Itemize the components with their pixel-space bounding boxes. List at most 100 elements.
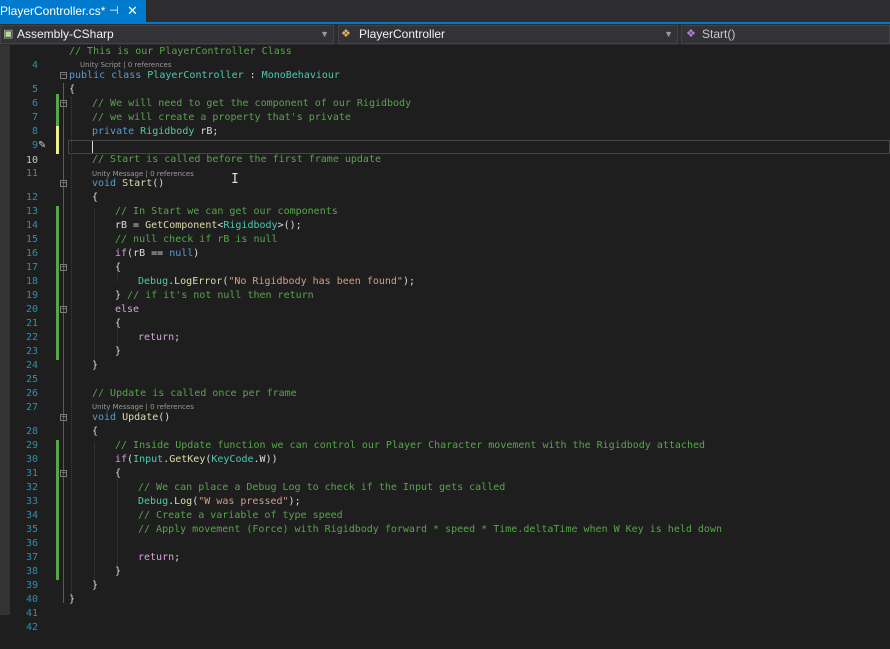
code-line: 39 } bbox=[0, 565, 890, 591]
code-text: } bbox=[115, 566, 122, 577]
code-line: 37 bbox=[0, 537, 890, 563]
document-tab-bar: PlayerController.cs* ⊣ ✕ bbox=[0, 0, 890, 24]
code-line: 13 { bbox=[0, 191, 890, 217]
code-text: { bbox=[115, 262, 122, 273]
class-icon: ❖ bbox=[341, 28, 351, 40]
code-text: { bbox=[92, 426, 99, 437]
code-text: rB; bbox=[194, 126, 219, 137]
punctuation: ; bbox=[174, 332, 181, 343]
code-line: 30 // Inside Update function we can cont… bbox=[0, 439, 890, 465]
chevron-down-icon: ▼ bbox=[320, 29, 329, 39]
collapse-icon[interactable]: − bbox=[60, 470, 67, 477]
keyword: private bbox=[92, 126, 141, 137]
code-text: { bbox=[115, 468, 122, 479]
collapse-icon[interactable]: − bbox=[60, 264, 67, 271]
method-name: GetKey bbox=[169, 454, 206, 465]
keyword: void bbox=[92, 412, 123, 423]
string-literal: "W was pressed" bbox=[198, 496, 289, 507]
method-name: Log bbox=[174, 496, 193, 507]
class-dropdown-value: PlayerController bbox=[359, 27, 446, 41]
code-line: 38 return; bbox=[0, 551, 890, 577]
code-text: { bbox=[92, 192, 99, 203]
project-dropdown[interactable]: ▣ Assembly-CSharp ▼ bbox=[0, 25, 334, 44]
code-line: 36 // Apply movement (Force) with Rigidb… bbox=[0, 523, 890, 549]
method-name: LogError bbox=[174, 276, 223, 287]
code-line: 8 // we will create a property that's pr… bbox=[0, 111, 890, 137]
method-icon: ❖ bbox=[686, 28, 696, 40]
code-line: 24 } bbox=[0, 345, 890, 371]
code-line: 7 − // We will need to get the component… bbox=[0, 97, 890, 123]
collapse-icon[interactable]: − bbox=[60, 72, 67, 79]
code-line: 26 bbox=[0, 373, 890, 399]
code-text: } bbox=[92, 360, 99, 371]
code-text: { bbox=[69, 84, 76, 95]
code-text: // Start is called before the first fram… bbox=[92, 154, 381, 165]
code-line: 41 } bbox=[0, 593, 890, 619]
type-name: Debug bbox=[138, 496, 169, 507]
method-name: GetComponent bbox=[145, 220, 218, 231]
keyword: void bbox=[92, 178, 123, 189]
code-line: 28 − void Update() bbox=[0, 411, 890, 437]
code-text: { bbox=[115, 318, 122, 329]
code-line: 9 private Rigidbody rB; bbox=[0, 125, 890, 151]
code-line: 35 // Create a variable of type speed bbox=[0, 509, 890, 535]
code-line: 25 } bbox=[0, 359, 890, 385]
code-line: 29 { bbox=[0, 425, 890, 451]
keyword: if bbox=[115, 248, 128, 259]
code-text: // we will create a property that's priv… bbox=[92, 112, 351, 123]
code-line: 6 { bbox=[0, 83, 890, 109]
code-line: 12 − void Start() bbox=[0, 177, 890, 203]
code-text: // This is our PlayerController Class bbox=[69, 46, 292, 57]
code-text: // We will need to get the component of … bbox=[92, 98, 412, 109]
punctuation: ); bbox=[288, 496, 301, 507]
type-name: Rigidbody bbox=[223, 220, 278, 231]
collapse-icon[interactable]: − bbox=[60, 306, 67, 313]
class-dropdown[interactable]: ❖ PlayerController ▼ bbox=[338, 25, 678, 44]
code-line: 34 Debug.Log("W was pressed"); bbox=[0, 495, 890, 521]
code-line: 31 if(Input.GetKey(KeyCode.W)) bbox=[0, 453, 890, 479]
code-line: 19 Debug.LogError("No Rigidbody has been… bbox=[0, 275, 890, 301]
code-text: rB = bbox=[115, 220, 146, 231]
collapse-icon[interactable]: − bbox=[60, 180, 67, 187]
code-line: 18 − { bbox=[0, 261, 890, 287]
punctuation: ) bbox=[193, 248, 200, 259]
punctuation: : bbox=[243, 70, 262, 81]
string-literal: "No Rigidbody has been found" bbox=[228, 276, 403, 287]
keyword: if bbox=[115, 454, 128, 465]
code-line: 32 − { bbox=[0, 467, 890, 493]
code-line: 5 − public class PlayerController : Mono… bbox=[0, 69, 890, 95]
type-name: Rigidbody bbox=[140, 126, 195, 137]
member-dropdown-value: Start() bbox=[702, 27, 736, 41]
close-icon[interactable]: ✕ bbox=[127, 0, 138, 22]
member-dropdown[interactable]: ❖ Start() bbox=[681, 25, 890, 44]
line-number: 42 bbox=[25, 622, 38, 633]
code-line: 14 // In Start we can get our components bbox=[0, 205, 890, 231]
code-line: 22 { bbox=[0, 317, 890, 343]
code-line: 16 // null check if rB is null bbox=[0, 233, 890, 259]
code-text: // null check if rB is null bbox=[115, 234, 278, 245]
code-line: 15 rB = GetComponent<Rigidbody>(); bbox=[0, 219, 890, 245]
method-name: Update bbox=[122, 412, 159, 423]
punctuation: } bbox=[115, 290, 128, 301]
keyword: return bbox=[138, 332, 175, 343]
project-dropdown-value: Assembly-CSharp bbox=[17, 27, 114, 41]
code-text: } bbox=[69, 594, 76, 605]
pin-icon[interactable]: ⊣ bbox=[109, 0, 119, 22]
comment: // if it's not null then return bbox=[127, 290, 314, 301]
code-text: // Inside Update function we can control… bbox=[115, 440, 706, 451]
method-name: Start bbox=[122, 178, 153, 189]
punctuation: () bbox=[152, 178, 165, 189]
code-line: 11 // Start is called before the first f… bbox=[0, 153, 890, 179]
code-text: // Create a variable of type speed bbox=[138, 510, 343, 521]
code-line: 21 − else bbox=[0, 303, 890, 329]
code-editor[interactable]: ✎ 4 // This is our PlayerController Clas… bbox=[0, 45, 890, 633]
code-text: } bbox=[115, 346, 122, 357]
navigation-bar: ▣ Assembly-CSharp ▼ ❖ PlayerController ▼… bbox=[0, 24, 890, 46]
collapse-icon[interactable]: − bbox=[60, 414, 67, 421]
code-text: .W)) bbox=[253, 454, 278, 465]
code-line: 42 bbox=[0, 607, 890, 633]
document-tab[interactable]: PlayerController.cs* ⊣ ✕ bbox=[0, 0, 146, 22]
code-line: 10 bbox=[0, 140, 890, 166]
code-line: 4 // This is our PlayerController Class bbox=[0, 45, 890, 71]
collapse-icon[interactable]: − bbox=[60, 100, 67, 107]
